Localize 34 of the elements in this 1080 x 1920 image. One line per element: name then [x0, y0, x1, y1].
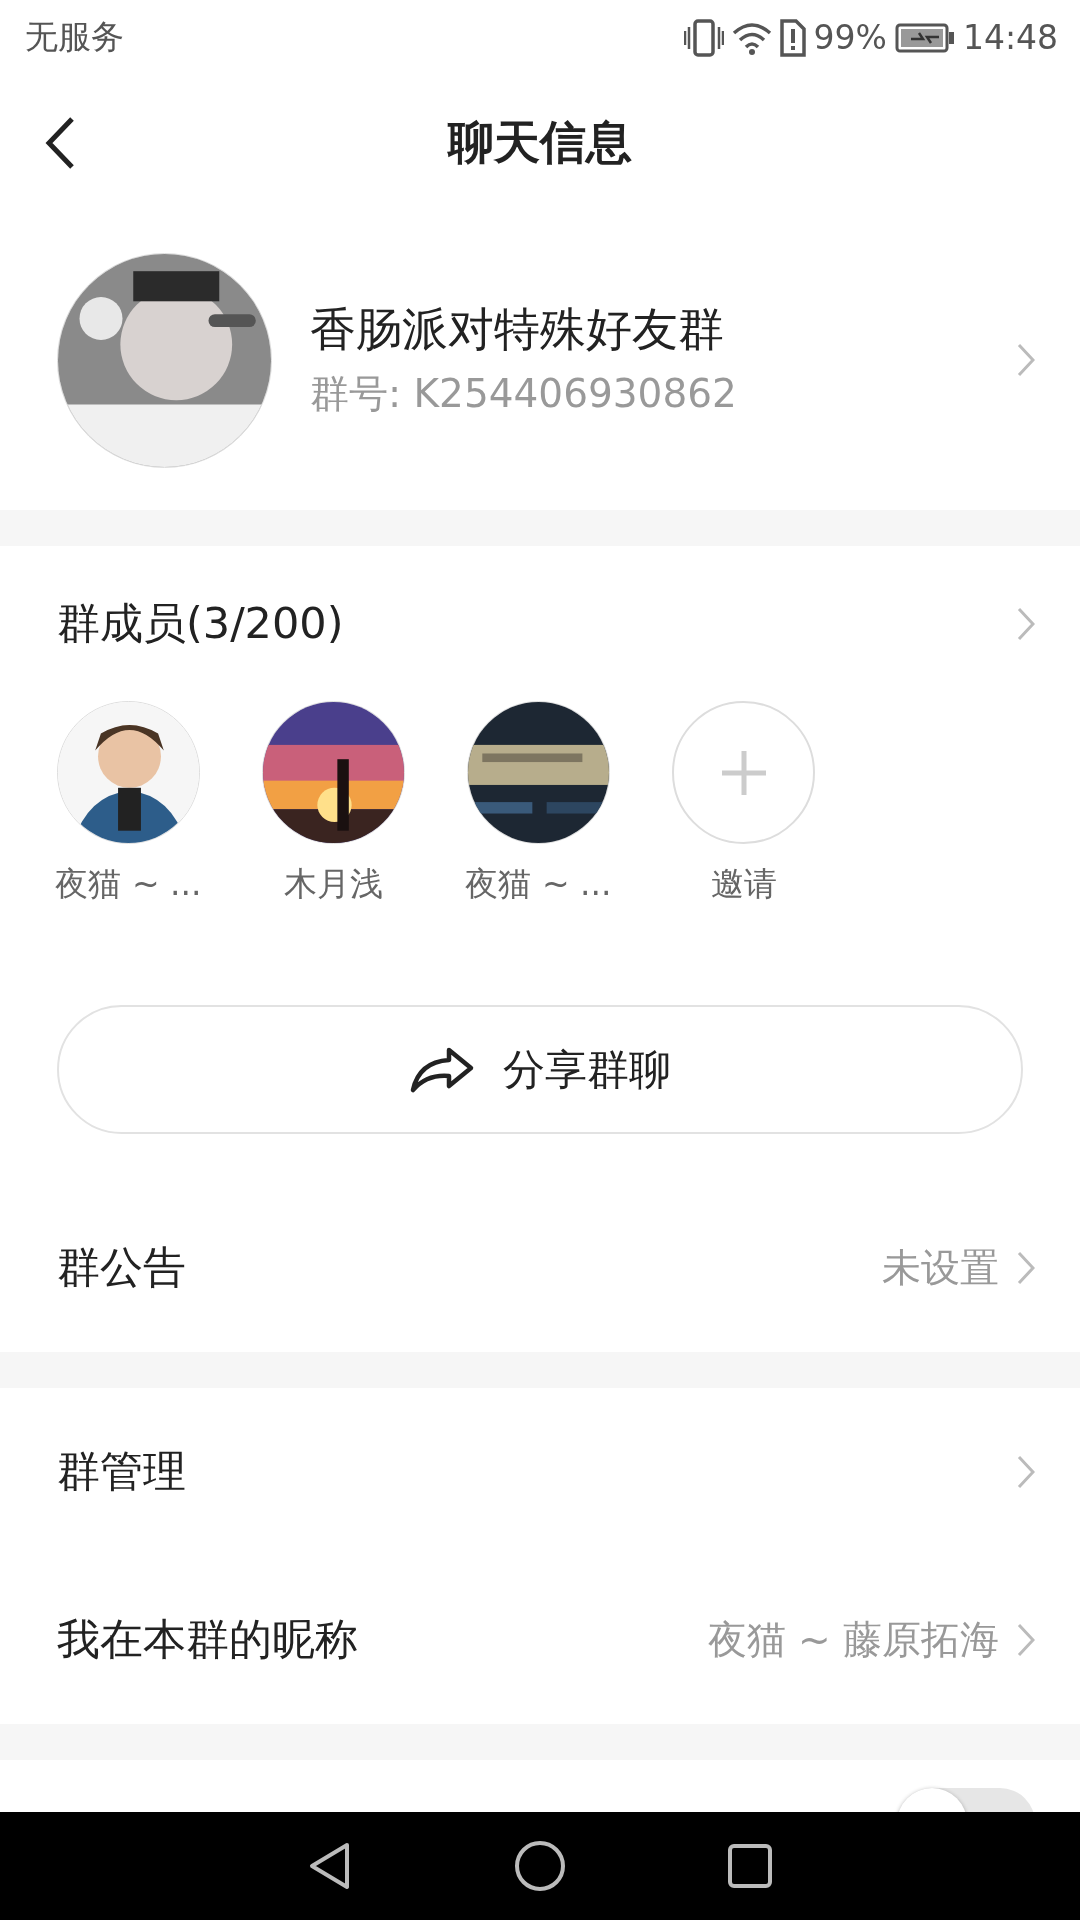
members-header[interactable]: 群成员(3/200)	[0, 546, 1080, 701]
row-value: 夜猫 ~ 藤原拓海	[707, 1616, 999, 1664]
carrier-text: 无服务	[25, 16, 124, 58]
settings-row[interactable]: 我在本群的昵称 夜猫 ~ 藤原拓海	[0, 1556, 1080, 1724]
back-icon	[45, 116, 75, 170]
page-title: 聊天信息	[448, 113, 632, 171]
group-card[interactable]: 香肠派对特殊好友群 群号: K254406930862	[0, 210, 1080, 510]
settings-row[interactable]: 群公告 未设置	[0, 1184, 1080, 1352]
wifi-icon	[731, 20, 772, 55]
member-name: 夜猫 ~ ...	[465, 863, 612, 905]
row-value: 未设置	[882, 1244, 999, 1292]
row-label: 我在本群的昵称	[57, 1613, 358, 1666]
member-name: 邀请	[710, 863, 777, 905]
battery-percent: 99%	[813, 18, 887, 57]
chevron-right-icon	[1017, 1455, 1035, 1489]
row-label: 群公告	[57, 1241, 186, 1294]
chevron-right-icon	[1017, 1623, 1035, 1657]
battery-charging-icon	[894, 22, 955, 53]
settings-row[interactable]: 群管理	[0, 1388, 1080, 1556]
share-arrow-icon	[409, 1045, 475, 1094]
group-number: 群号: K254406930862	[310, 370, 738, 418]
sim-alert-icon	[779, 18, 806, 57]
chevron-right-icon	[1017, 606, 1035, 641]
vibrate-icon	[683, 18, 724, 57]
clock-time: 14:48	[962, 18, 1058, 57]
members-title: 群成员(3/200)	[57, 596, 344, 650]
share-group-button[interactable]: 分享群聊	[57, 1005, 1023, 1134]
plus-icon	[719, 748, 768, 797]
chevron-right-icon	[1017, 1251, 1035, 1285]
member-name: 夜猫 ~ ...	[55, 863, 202, 905]
group-name: 香肠派对特殊好友群	[310, 301, 725, 358]
chevron-right-icon	[1017, 343, 1035, 377]
row-label: 群管理	[57, 1445, 186, 1498]
member-name: 木月浅	[284, 863, 383, 905]
